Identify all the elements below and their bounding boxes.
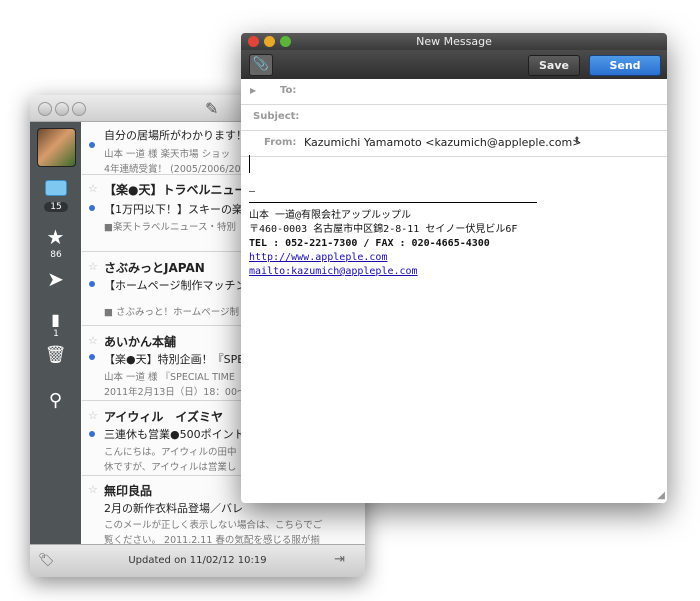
star-toggle-icon[interactable]: ☆: [88, 483, 98, 496]
unread-dot: [89, 142, 95, 148]
star-toggle-icon[interactable]: ☆: [88, 260, 98, 273]
trash-icon[interactable]: 🗑: [30, 345, 81, 365]
unread-dot: [89, 281, 95, 287]
message-body[interactable]: – 山本 一道@有限会社アップルップル 〒460-0003 名古屋市中区錦2-8…: [249, 155, 661, 279]
compose-titlebar: New Message: [241, 33, 667, 50]
compose-icon[interactable]: ✎: [205, 99, 218, 118]
sidebar: 15 ★ 86 ➤ ▮ 1 🗑 ⚲: [30, 122, 81, 545]
star-toggle-icon[interactable]: ☆: [88, 409, 98, 422]
signature-dash: –: [249, 186, 256, 197]
avatar[interactable]: [37, 128, 76, 167]
from-value: Kazumichi Yamamoto <kazumich@appleple.co…: [304, 136, 582, 149]
from-field[interactable]: From: Kazumichi Yamamoto <kazumich@apple…: [241, 131, 667, 157]
signature-line: 〒460-0003 名古屋市中区錦2-8-11 セイノー伏見ビル6F: [249, 224, 518, 235]
star-icon[interactable]: ★: [30, 225, 81, 249]
text-cursor: [249, 155, 251, 173]
inbox-icon[interactable]: [45, 180, 67, 196]
unread-dot: [89, 354, 95, 360]
signature-rule: [249, 202, 537, 203]
draft-icon[interactable]: ▮: [30, 310, 81, 329]
subject-field[interactable]: Subject:: [241, 105, 667, 131]
from-selector-icon[interactable]: ⬍: [573, 136, 581, 146]
to-field[interactable]: ▶ To:: [241, 79, 667, 105]
signature-link[interactable]: http://www.appleple.com: [249, 251, 661, 265]
compose-toolbar: 📎 Save Send: [241, 50, 667, 80]
drafts-count: 1: [53, 329, 59, 339]
save-button[interactable]: Save: [528, 55, 580, 76]
unread-dot: [89, 205, 95, 211]
minimize-button[interactable]: [55, 102, 69, 116]
star-toggle-icon[interactable]: ☆: [88, 334, 98, 347]
new-message-window: New Message 📎 Save Send ▶ To: Subject: F…: [241, 33, 667, 503]
signature-line: 山本 一道@有限会社アップルップル: [249, 210, 412, 221]
expand-arrow-icon[interactable]: ▶: [250, 86, 256, 95]
update-status: Updated on 11/02/12 10:19: [128, 555, 267, 566]
star-toggle-icon[interactable]: ☆: [88, 182, 98, 195]
inbox-count-badge: 15: [44, 202, 68, 212]
send-icon[interactable]: ➤: [30, 267, 81, 291]
zoom-button[interactable]: [72, 102, 86, 116]
signature-line: TEL : 052-221-7300 / FAX : 020-4665-4300: [249, 238, 490, 249]
close-button[interactable]: [38, 102, 52, 116]
unread-dot: [89, 431, 95, 437]
signature-link[interactable]: mailto:kazumich@appleple.com: [249, 265, 661, 279]
starred-count: 86: [50, 250, 62, 260]
window-title: New Message: [416, 35, 492, 48]
search-icon[interactable]: ⚲: [30, 390, 81, 411]
status-bar: 🏷 Updated on 11/02/12 10:19 ⇥: [30, 544, 365, 577]
logout-icon[interactable]: ⇥: [334, 552, 345, 567]
resize-handle-icon[interactable]: ◢: [657, 490, 665, 501]
attachment-icon[interactable]: 📎: [249, 54, 273, 76]
send-button[interactable]: Send: [589, 55, 661, 76]
